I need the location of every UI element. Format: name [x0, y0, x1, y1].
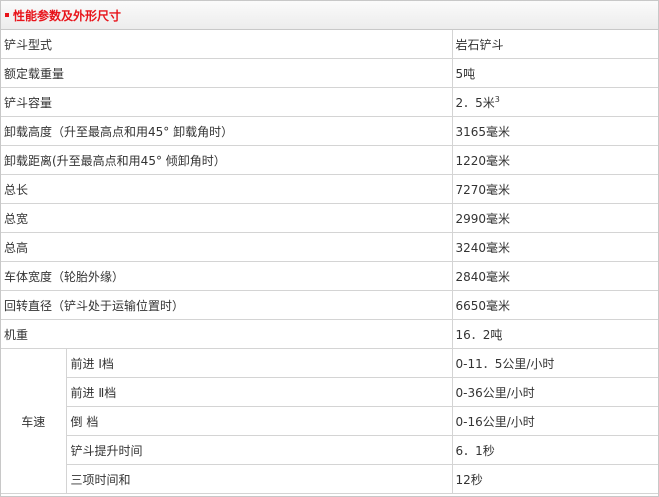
table-row: 车速 前进 Ⅰ档 0-11．5公里/小时	[1, 348, 659, 494]
row-label: 总长	[1, 174, 453, 204]
row-value: 0-11．5公里/小时	[451, 348, 659, 378]
row-label: 倒 档	[66, 406, 453, 436]
spec-table: 铲斗型式 岩石铲斗 额定载重量 5吨 铲斗容量 2．5米3 卸载高度（升至最高点…	[1, 30, 659, 494]
row-label: 前进 Ⅰ档	[65, 348, 453, 378]
row-label: 铲斗容量	[1, 87, 453, 117]
value-text: 2．5米	[455, 95, 495, 110]
row-label: 卸载高度（升至最高点和用45° 卸载角时）	[1, 116, 453, 146]
row-value: 2990毫米	[451, 203, 659, 233]
table-row: 总长 7270毫米	[1, 174, 659, 204]
table-row: 额定载重量 5吨	[1, 58, 659, 88]
table-row: 铲斗提升时间 6．1秒	[1, 435, 659, 465]
row-label: 额定载重量	[1, 58, 453, 88]
table-row: 机重 16．2吨	[1, 319, 659, 349]
panel-title: 性能参数及外形尺寸	[5, 7, 121, 24]
row-label: 铲斗型式	[1, 30, 453, 59]
row-label: 前进 Ⅱ档	[66, 377, 453, 407]
row-value: 1220毫米	[451, 145, 659, 175]
bullet-icon	[5, 12, 9, 17]
row-label: 三项时间和	[66, 464, 453, 494]
row-value: 0-36公里/小时	[451, 377, 659, 407]
panel-header: 性能参数及外形尺寸	[1, 1, 658, 30]
row-value: 3240毫米	[451, 232, 659, 262]
row-value: 5吨	[451, 58, 659, 88]
row-value: 6650毫米	[451, 290, 659, 320]
speed-group-label: 车速	[1, 348, 67, 494]
table-row: 倒 档 0-16公里/小时	[1, 406, 659, 436]
table-row: 卸载高度（升至最高点和用45° 卸载角时） 3165毫米	[1, 116, 659, 146]
table-row: 总宽 2990毫米	[1, 203, 659, 233]
table-row: 三项时间和 12秒	[1, 464, 659, 494]
row-value: 2840毫米	[451, 261, 659, 291]
row-label: 卸载距离(升至最高点和用45° 倾卸角时）	[1, 145, 453, 175]
table-row: 卸载距离(升至最高点和用45° 倾卸角时） 1220毫米	[1, 145, 659, 175]
row-value: 6．1秒	[451, 435, 659, 465]
table-row: 铲斗型式 岩石铲斗	[1, 30, 659, 59]
table-row: 回转直径（铲斗处于运输位置时） 6650毫米	[1, 290, 659, 320]
table-row: 前进 Ⅱ档 0-36公里/小时	[1, 377, 659, 407]
row-value: 0-16公里/小时	[451, 406, 659, 436]
row-value: 12秒	[451, 464, 659, 494]
table-row: 车体宽度（轮胎外缘） 2840毫米	[1, 261, 659, 291]
spec-panel: 性能参数及外形尺寸 铲斗型式 岩石铲斗 额定载重量 5吨 铲斗容量 2．5米3 …	[0, 0, 659, 497]
row-label: 总高	[1, 232, 453, 262]
table-row: 总高 3240毫米	[1, 232, 659, 262]
value-superscript: 3	[494, 94, 500, 104]
row-value: 7270毫米	[451, 174, 659, 204]
row-label: 回转直径（铲斗处于运输位置时）	[1, 290, 453, 320]
panel-title-text: 性能参数及外形尺寸	[13, 9, 122, 23]
row-value: 岩石铲斗	[451, 30, 659, 59]
table-row: 铲斗容量 2．5米3	[1, 87, 659, 117]
row-label: 车体宽度（轮胎外缘）	[1, 261, 453, 291]
row-label: 机重	[1, 319, 453, 349]
row-value: 3165毫米	[451, 116, 659, 146]
row-label: 总宽	[1, 203, 453, 233]
row-value: 16．2吨	[451, 319, 659, 349]
row-label: 铲斗提升时间	[66, 435, 453, 465]
row-value: 2．5米3	[451, 87, 659, 117]
